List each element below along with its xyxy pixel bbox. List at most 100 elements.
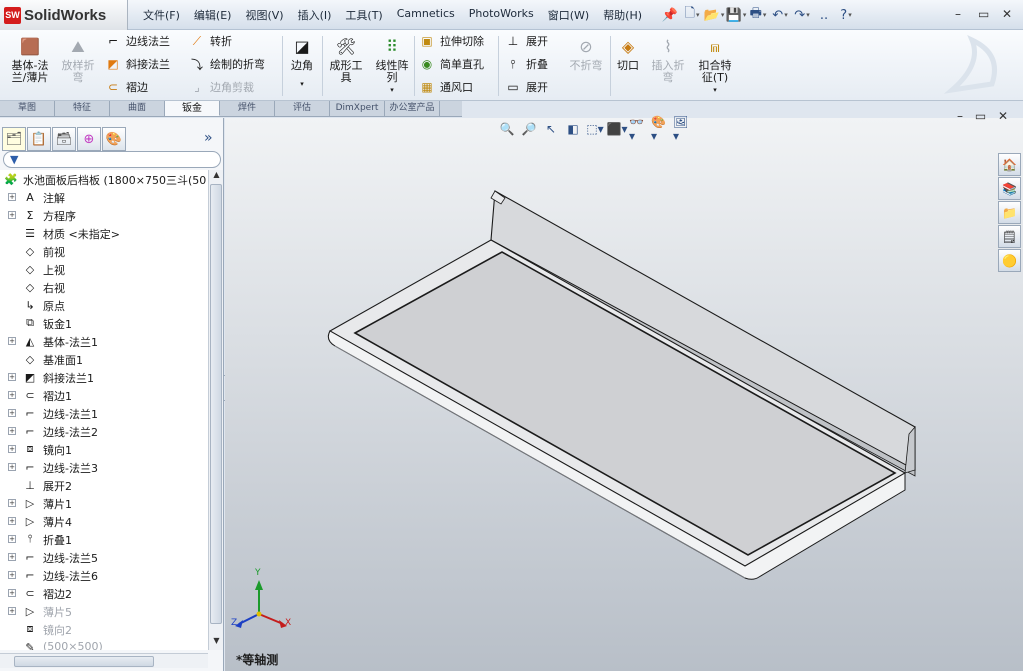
tree-node[interactable]: + ⫯ 折叠1 [0,530,208,548]
pin-icon[interactable]: 📌 [660,5,680,25]
tree-horizontal-scrollbar[interactable] [0,653,208,668]
expand-toggle-icon[interactable]: + [8,535,16,543]
sink-backsplash-model[interactable] [225,118,1023,671]
tree-node[interactable]: + ⧈ 镜向1 [0,440,208,458]
tree-node[interactable]: + ▷ 薄片4 [0,512,208,530]
viewport-close-button[interactable]: ✕ [998,109,1008,123]
expand-toggle-icon[interactable]: + [8,589,16,597]
expand-toggle-icon[interactable]: + [8,193,16,201]
menu-insert[interactable]: 插入(I) [291,7,339,23]
base-flange-button[interactable]: 🟫 基体-法 兰/薄片 [6,36,54,84]
restore-button[interactable]: ▭ [978,7,989,21]
tab-slot-button[interactable]: ⩎ 扣合特 征(T) ▾ [692,36,738,96]
design-library-icon[interactable]: 📚 [998,177,1021,200]
linear-pattern-dropdown-icon[interactable]: ▾ [390,84,394,96]
close-button[interactable]: ✕ [1002,7,1012,21]
view-palette-icon[interactable]: 🗒 [998,225,1021,248]
open-folder-icon[interactable]: 📂 ▾ [704,5,725,25]
tab-sheet-metal[interactable]: 钣金 [165,101,220,116]
tab-surfaces[interactable]: 曲面 [110,101,165,116]
feature-tree-tab-icon[interactable]: 🗂 [2,127,26,151]
tree-node[interactable]: ⊥ 展开2 [0,476,208,494]
expand-toggle-icon[interactable]: + [8,571,16,579]
more-icon[interactable]: .. [814,5,834,25]
tree-node[interactable]: ☰ 材质 <未指定> [0,224,208,242]
extruded-cut-button[interactable]: ▣ 拉伸切除 [418,32,484,50]
tab-office-products[interactable]: 办公室产品 [385,101,440,116]
tab-weldments[interactable]: 焊件 [220,101,275,116]
viewport-minimize-button[interactable]: – [957,109,963,123]
print-icon[interactable]: 🖶 ▾ [748,5,768,25]
tab-evaluate[interactable]: 评估 [275,101,330,116]
previous-view-icon[interactable]: ↖ [541,119,561,139]
configuration-manager-tab-icon[interactable]: 🗃 [52,127,76,151]
fold-button[interactable]: ⫯ 折叠 [504,55,548,73]
tree-node[interactable]: ↳ 原点 [0,296,208,314]
expand-toggle-icon[interactable]: + [8,607,16,615]
unfold-button[interactable]: ⊥ 展开 [504,32,548,50]
tree-node[interactable]: + Σ 方程序 [0,206,208,224]
flatten-button[interactable]: ▭ 展开 [504,78,548,96]
tree-node[interactable]: ◇ 右视 [0,278,208,296]
property-manager-tab-icon[interactable]: 📋 [27,127,51,151]
expand-toggle-icon[interactable]: + [8,409,16,417]
sketched-bend-button[interactable]: ⤵ 绘制的折弯 [188,55,265,73]
corner-trim-button[interactable]: ⌟ 边角剪裁 [188,78,254,96]
expand-toggle-icon[interactable]: + [8,463,16,471]
zoom-fit-icon[interactable]: 🔍 [497,119,517,139]
edge-flange-button[interactable]: ⌐ 边线法兰 [104,32,170,50]
expand-toggle-icon[interactable]: + [8,499,16,507]
display-style-icon[interactable]: ⬛▾ [607,119,628,139]
tree-node[interactable]: ⧈ 镜向2 [0,620,208,638]
section-view-icon[interactable]: ◧ [563,119,583,139]
appearances-icon[interactable]: 🟡 [998,249,1021,272]
forming-tool-button[interactable]: 🛠 成形工 具 [326,36,366,84]
vent-button[interactable]: ▦ 通风口 [418,78,473,96]
miter-flange-button[interactable]: ◩ 斜接法兰 [104,55,170,73]
dimxpert-manager-tab-icon[interactable]: ⊕ [77,127,101,151]
tree-node[interactable]: + ⌐ 边线-法兰3 [0,458,208,476]
tree-node[interactable]: ⧉ 钣金1 [0,314,208,332]
minimize-button[interactable]: – [955,7,961,21]
panel-expand-chevron[interactable]: » [204,130,213,146]
menu-photoworks[interactable]: PhotoWorks [462,7,541,23]
scroll-up-icon[interactable]: ▲ [210,170,223,183]
new-doc-icon[interactable]: 🗋 ▾ [682,5,702,25]
tree-node[interactable]: + A 注解 [0,188,208,206]
tree-node[interactable]: + ▷ 薄片5 [0,602,208,620]
menu-view[interactable]: 视图(V) [238,7,290,23]
scroll-thumb[interactable] [210,184,222,624]
save-icon[interactable]: 💾 ▾ [726,5,747,25]
expand-toggle-icon[interactable]: + [8,211,16,219]
zoom-area-icon[interactable]: 🔎 [519,119,539,139]
insert-bends-button[interactable]: ⌇ 插入折 弯 [646,36,690,84]
tree-vertical-scrollbar[interactable]: ▲ ▼ [208,170,223,650]
corners-dropdown-icon[interactable]: ▾ [300,78,304,90]
tab-slot-dropdown-icon[interactable]: ▾ [713,84,717,96]
tree-node[interactable]: ◇ 前视 [0,242,208,260]
menu-camnetics[interactable]: Camnetics [390,7,462,23]
tree-node[interactable]: + ▷ 薄片1 [0,494,208,512]
tree-node[interactable]: ✎ (500×500) [0,638,208,650]
menu-file[interactable]: 文件(F) [136,7,187,23]
help-icon[interactable]: ? ▾ [836,5,856,25]
viewport-restore-button[interactable]: ▭ [975,109,986,123]
edit-appearance-icon[interactable]: 🎨▾ [651,115,671,143]
menu-window[interactable]: 窗口(W) [541,7,596,23]
expand-toggle-icon[interactable]: + [8,445,16,453]
tree-node[interactable]: + ◩ 斜接法兰1 [0,368,208,386]
home-icon[interactable]: 🏠 [998,153,1021,176]
tree-node[interactable]: + ⊂ 褶边2 [0,584,208,602]
hscroll-thumb[interactable] [14,656,154,667]
expand-toggle-icon[interactable]: + [8,373,16,381]
tree-node[interactable]: + ⌐ 边线-法兰1 [0,404,208,422]
menu-tools[interactable]: 工具(T) [338,7,389,23]
expand-toggle-icon[interactable]: + [8,517,16,525]
hem-button[interactable]: ⊂ 褶边 [104,78,148,96]
hide-show-icon[interactable]: 👓▾ [629,115,649,143]
tree-node[interactable]: + ◭ 基体-法兰1 [0,332,208,350]
tree-node[interactable]: + ⌐ 边线-法兰6 [0,566,208,584]
expand-toggle-icon[interactable]: + [8,337,16,345]
rip-button[interactable]: ◈ 切口 [612,36,644,72]
tree-node[interactable]: + ⌐ 边线-法兰2 [0,422,208,440]
